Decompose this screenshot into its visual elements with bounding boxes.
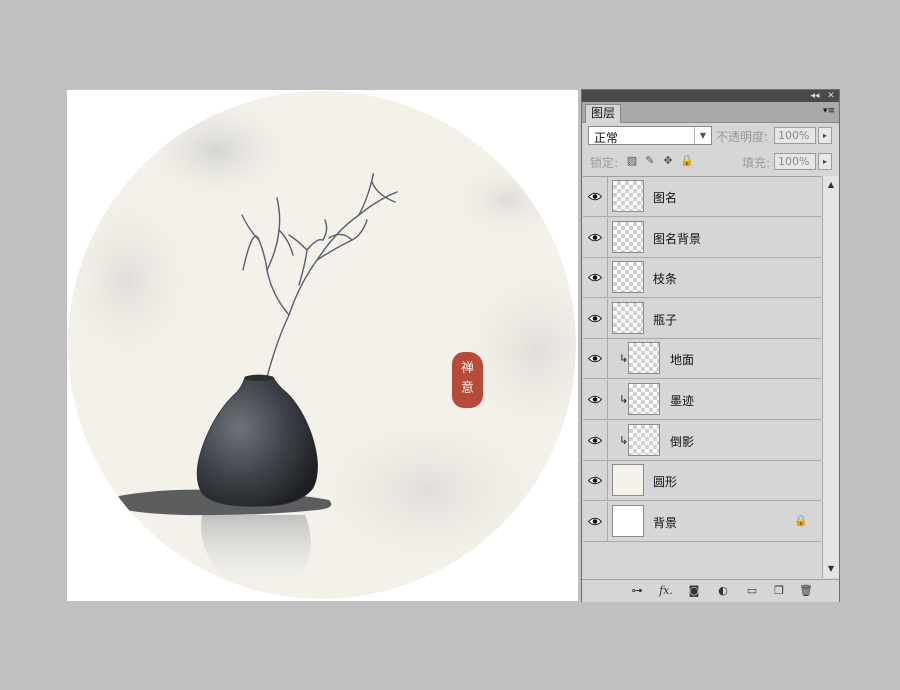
eye-icon	[588, 436, 602, 444]
fill-label: 填充:	[742, 156, 771, 170]
visibility-toggle[interactable]	[583, 339, 608, 379]
visibility-toggle[interactable]	[583, 501, 608, 541]
layer-name: 图名	[653, 191, 678, 205]
eye-icon	[588, 395, 602, 404]
document-canvas[interactable]: 禅 意	[67, 90, 578, 601]
add-mask-icon[interactable]: ◙	[686, 583, 702, 598]
eye-icon	[588, 273, 602, 282]
lock-position-icon[interactable]: ✥	[662, 155, 674, 167]
visibility-toggle[interactable]	[583, 258, 608, 298]
fill-slider-button[interactable]: ▸	[818, 153, 832, 170]
opacity-input[interactable]: 100%	[774, 127, 816, 144]
layer-thumbnail	[628, 342, 660, 375]
eye-icon	[588, 476, 602, 485]
panel-titlebar: ◂◂ ✕	[582, 90, 839, 102]
panel-bottom-bar: ⊶ fx. ◙ ◐ ▭ ❐ 🗑	[582, 579, 839, 602]
layer-thumbnail	[612, 261, 644, 294]
seal-char-1: 禅	[460, 361, 474, 376]
scroll-up-icon[interactable]: ▲	[823, 178, 839, 192]
circle-layer	[68, 91, 576, 599]
layer-list: 图名图名背景枝条瓶子 ↳ 地面 ↳ 墨迹 ↳ 倒影圆形背景 🔒	[583, 176, 821, 579]
layer-thumbnail	[612, 464, 644, 497]
visibility-toggle[interactable]	[583, 461, 608, 501]
layer-name: 枝条	[653, 272, 678, 287]
close-panel-icon[interactable]: ✕	[825, 90, 837, 102]
panel-menu-icon[interactable]: ▾≡	[822, 105, 836, 118]
visibility-toggle[interactable]	[583, 298, 608, 338]
lock-label: 锁定:	[590, 156, 619, 170]
new-layer-icon[interactable]: ❐	[771, 583, 787, 598]
eye-icon	[588, 355, 602, 363]
opacity-label: 不透明度:	[716, 130, 769, 144]
panel-tab-row: 图层 ▾≡	[582, 102, 839, 123]
layer-name: 墨迹	[670, 394, 695, 408]
layer-thumbnail	[612, 301, 644, 334]
fill-input[interactable]: 100%	[774, 153, 816, 170]
visibility-toggle[interactable]	[583, 177, 608, 216]
layer-name: 圆形	[653, 475, 678, 490]
layer-name: 图名背景	[653, 231, 702, 246]
adjustment-layer-icon[interactable]: ◐	[715, 583, 731, 598]
lock-row: 锁定: ▨ ✎ ✥ 🔒 填充: 100% ▸	[582, 150, 839, 174]
collapse-panel-icon[interactable]: ◂◂	[809, 90, 821, 102]
visibility-toggle[interactable]	[583, 420, 608, 460]
layer-thumbnail	[612, 180, 644, 212]
layer-row[interactable]: ↳ 墨迹	[583, 380, 821, 420]
layer-row[interactable]: 瓶子	[583, 298, 821, 339]
layer-list-scrollbar[interactable]: ▲ ▼	[822, 176, 839, 578]
blend-options-row: 正常 ▼ 不透明度: 100% ▸	[582, 123, 839, 149]
layer-lock-icon: 🔒	[794, 513, 808, 527]
eye-icon	[588, 233, 602, 241]
layer-thumbnail	[612, 504, 644, 537]
clipping-arrow-icon: ↳	[619, 433, 629, 447]
layer-name: 倒影	[670, 434, 695, 449]
lock-paint-icon[interactable]: ✎	[644, 155, 656, 167]
layer-row[interactable]: 图名背景	[583, 217, 821, 258]
layer-name: 背景	[653, 515, 678, 530]
seal-char-2: 意	[460, 381, 474, 396]
lock-all-icon[interactable]: 🔒	[680, 155, 694, 167]
layer-thumbnail	[628, 423, 660, 456]
chevron-down-icon: ▼	[694, 127, 711, 144]
seal-stamp: 禅 意	[452, 352, 483, 408]
artwork	[68, 91, 576, 599]
layer-row[interactable]: 枝条	[583, 258, 821, 299]
blend-mode-value: 正常	[594, 131, 619, 145]
eye-icon	[588, 314, 602, 323]
layer-row[interactable]: ↳ 地面	[583, 339, 821, 380]
layer-name: 瓶子	[653, 312, 678, 327]
link-layers-icon[interactable]: ⊶	[629, 583, 645, 598]
eye-icon	[588, 517, 602, 526]
tab-layers[interactable]: 图层	[585, 104, 622, 123]
layer-thumbnail	[628, 383, 660, 415]
visibility-toggle[interactable]	[583, 217, 608, 257]
scroll-down-icon[interactable]: ▼	[823, 562, 839, 576]
blend-mode-select[interactable]: 正常 ▼	[588, 126, 712, 145]
layer-row[interactable]: 图名	[583, 177, 821, 217]
clipping-arrow-icon: ↳	[619, 352, 629, 366]
layers-panel: ◂◂ ✕ 图层 ▾≡ 正常 ▼ 不透明度: 100% ▸ 锁定: ▨ ✎ ✥ 🔒…	[581, 89, 840, 602]
delete-layer-icon[interactable]: 🗑	[798, 583, 814, 598]
layer-name: 地面	[670, 353, 695, 368]
layer-row[interactable]: 背景 🔒	[583, 501, 821, 542]
visibility-toggle[interactable]	[583, 380, 608, 419]
fx-icon[interactable]: fx.	[658, 583, 674, 598]
layer-row[interactable]: ↳ 倒影	[583, 420, 821, 461]
eye-icon	[588, 192, 602, 201]
new-group-icon[interactable]: ▭	[744, 583, 760, 598]
opacity-slider-button[interactable]: ▸	[818, 127, 832, 144]
clipping-arrow-icon: ↳	[619, 393, 629, 406]
layer-thumbnail	[612, 220, 644, 253]
lock-transparent-icon[interactable]: ▨	[626, 155, 638, 167]
layer-row[interactable]: 圆形	[583, 461, 821, 502]
